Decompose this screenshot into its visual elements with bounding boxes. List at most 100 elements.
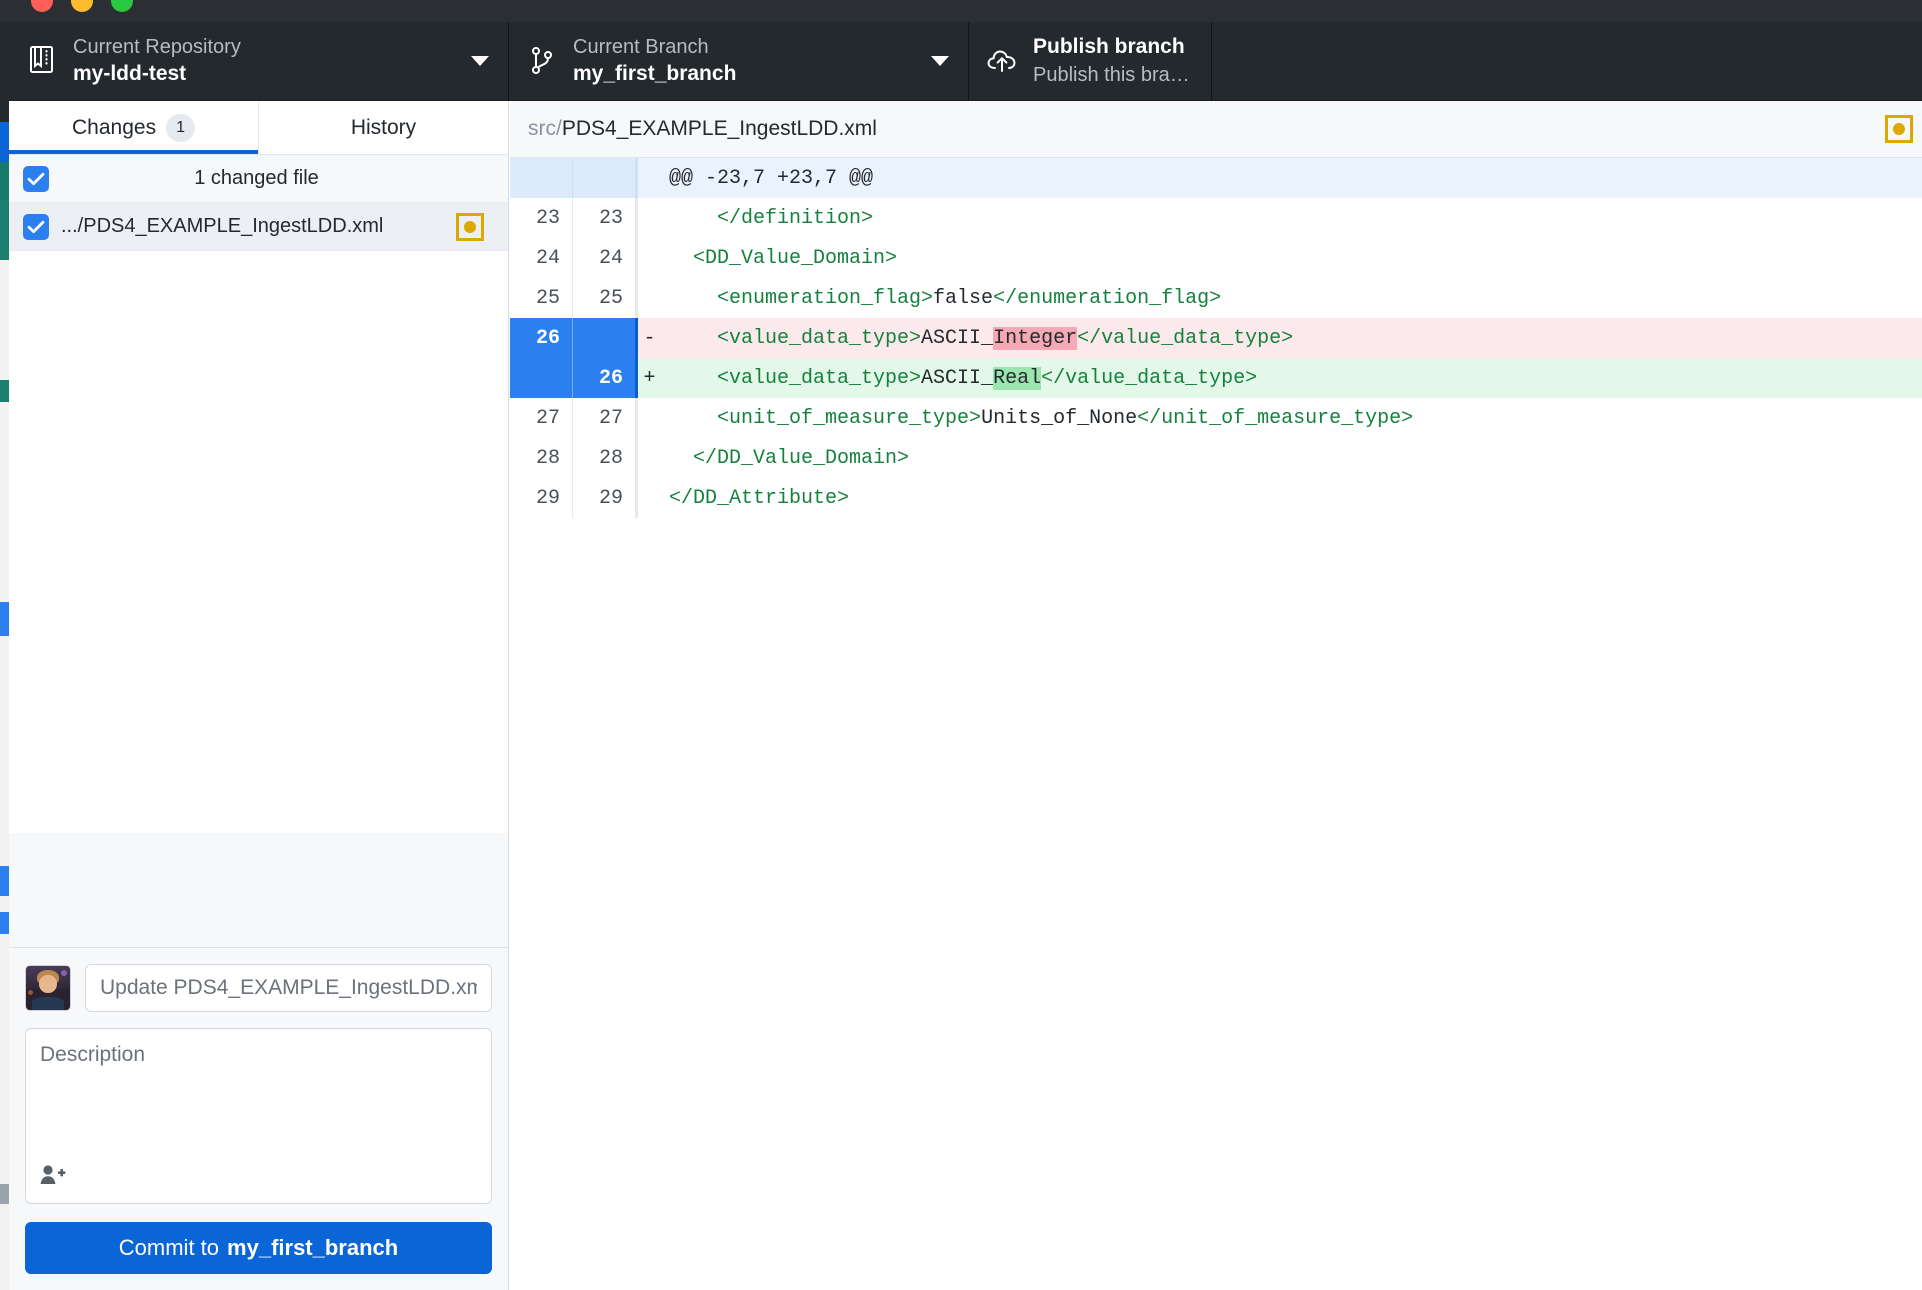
- diff-code-segment: <value_data_type>: [669, 366, 922, 390]
- changed-file-row[interactable]: .../PDS4_EXAMPLE_IngestLDD.xml: [9, 203, 508, 251]
- diff-new-line-number[interactable]: 23: [572, 198, 635, 238]
- diff-code-text: <unit_of_measure_type> Units_of_None </uni…: [661, 398, 1922, 438]
- publish-branch-title: Publish branch: [1033, 35, 1185, 59]
- diff-change-marker: [635, 198, 661, 238]
- diff-line-ctx: 29 29 </DD_Attribute>: [510, 478, 1922, 518]
- current-branch-button[interactable]: Current Branch my_first_branch: [509, 22, 969, 100]
- maximize-window-button[interactable]: [111, 0, 133, 12]
- changed-files-summary-row: 1 changed file: [9, 155, 508, 203]
- diff-line-ctx: 24 24 <DD_Value_Domain>: [510, 238, 1922, 278]
- diff-new-line-number[interactable]: 24: [572, 238, 635, 278]
- file-list-empty-area: [9, 251, 508, 833]
- current-repository-button[interactable]: Current Repository my-ldd-test: [9, 22, 509, 100]
- diff-code-segment: @@ -23,7 +23,7 @@: [669, 166, 874, 190]
- changed-files-summary-label: 1 changed file: [194, 167, 319, 189]
- avatar: [25, 965, 71, 1011]
- commit-button[interactable]: Commit to my_first_branch: [25, 1222, 492, 1274]
- tab-changes-badge: 1: [166, 113, 195, 142]
- diff-change-marker: +: [635, 358, 661, 398]
- diff-new-line-number[interactable]: [572, 158, 635, 198]
- diff-code-text: </DD_Attribute>: [661, 478, 1922, 518]
- diff-code-segment: </definition>: [669, 206, 874, 230]
- diff-change-marker: [635, 238, 661, 278]
- github-desktop-window: Current Repository my-ldd-test Current B…: [9, 0, 1922, 1290]
- diff-change-marker: -: [635, 318, 661, 358]
- add-person-icon[interactable]: [40, 1164, 66, 1191]
- diff-code-segment: Units_of_None: [981, 406, 1138, 430]
- publish-branch-subtitle: Publish this branch to GitHub: [1033, 63, 1195, 86]
- diff-code-text: <enumeration_flag> false </enumeration_fla…: [661, 278, 1922, 318]
- diff-code-segment: </DD_Value_Domain>: [669, 446, 910, 470]
- diff-word-highlight: Real: [993, 366, 1042, 390]
- file-include-checkbox[interactable]: [23, 213, 49, 240]
- current-branch-label: Current Branch: [573, 35, 709, 58]
- diff-code-text: @@ -23,7 +23,7 @@: [661, 158, 1922, 198]
- diff-change-marker: [635, 398, 661, 438]
- diff-old-line-number[interactable]: 26: [510, 318, 572, 358]
- close-window-button[interactable]: [31, 0, 53, 12]
- tab-changes-label: Changes: [72, 115, 157, 139]
- diff-code-segment: </value_data_type>: [1041, 366, 1258, 390]
- changed-file-name: .../PDS4_EXAMPLE_IngestLDD.xml: [61, 215, 384, 237]
- chevron-down-icon[interactable]: [468, 56, 492, 66]
- diff-new-line-number[interactable]: 27: [572, 398, 635, 438]
- app-toolbar: Current Repository my-ldd-test Current B…: [9, 22, 1922, 101]
- diff-file-directory: src/: [528, 117, 562, 140]
- diff-new-line-number[interactable]: 29: [572, 478, 635, 518]
- diff-code-segment: <unit_of_measure_type>: [669, 406, 982, 430]
- diff-line-ctx: 27 27 <unit_of_measure_type> Units_of_None…: [510, 398, 1922, 438]
- diff-code-segment: <value_data_type>: [669, 326, 922, 350]
- repository-icon: [25, 46, 59, 76]
- diff-new-line-number[interactable]: [572, 318, 635, 358]
- cloud-upload-icon: [985, 48, 1019, 74]
- diff-line-add[interactable]: 26 + <value_data_type> ASCII_ Real </value_d…: [510, 358, 1922, 398]
- commit-button-prefix: Commit to: [118, 1235, 220, 1260]
- diff-code-segment: </enumeration_flag>: [993, 286, 1222, 310]
- toolbar-empty-area: [1212, 22, 1922, 100]
- commit-description-input[interactable]: Description: [25, 1028, 492, 1204]
- tab-changes[interactable]: Changes 1: [9, 101, 258, 154]
- diff-old-line-number[interactable]: 28: [510, 438, 572, 478]
- commit-summary-input[interactable]: Update PDS4_EXAMPLE_IngestLDD.xml: [85, 964, 492, 1012]
- changes-sidebar: Changes 1 History 1 changed file .../PDS…: [9, 101, 509, 1290]
- diff-old-line-number[interactable]: 27: [510, 398, 572, 438]
- diff-old-line-number[interactable]: 24: [510, 238, 572, 278]
- diff-header: src/PDS4_EXAMPLE_IngestLDD.xml: [510, 101, 1922, 158]
- diff-old-line-number[interactable]: 23: [510, 198, 572, 238]
- diff-old-line-number[interactable]: 25: [510, 278, 572, 318]
- publish-branch-button[interactable]: Publish branch Publish this branch to Gi…: [969, 22, 1212, 100]
- commit-summary-text: Update PDS4_EXAMPLE_IngestLDD.xml: [100, 976, 477, 999]
- diff-code-segment: false: [933, 286, 994, 310]
- diff-new-line-number[interactable]: 26: [572, 358, 635, 398]
- diff-file-path: src/PDS4_EXAMPLE_IngestLDD.xml: [528, 117, 1885, 141]
- diff-code-segment: </unit_of_measure_type>: [1137, 406, 1414, 430]
- commit-panel: Update PDS4_EXAMPLE_IngestLDD.xml Descri…: [9, 947, 508, 1290]
- diff-body[interactable]: @@ -23,7 +23,7 @@ 23 23 </definition> 24 24 …: [510, 158, 1922, 518]
- diff-code-segment: </DD_Attribute>: [669, 486, 850, 510]
- commit-description-placeholder: Description: [40, 1043, 146, 1066]
- minimize-window-button[interactable]: [71, 0, 93, 12]
- diff-code-text: <DD_Value_Domain>: [661, 238, 1922, 278]
- select-all-checkbox[interactable]: [23, 165, 49, 192]
- diff-code-text: <value_data_type> ASCII_ Real </value_data_…: [661, 358, 1922, 398]
- diff-new-line-number[interactable]: 28: [572, 438, 635, 478]
- diff-line-del[interactable]: 26 - <value_data_type> ASCII_ Integer </valu…: [510, 318, 1922, 358]
- diff-code-segment: <enumeration_flag>: [669, 286, 934, 310]
- current-repository-value: my-ldd-test: [73, 61, 187, 85]
- diff-new-line-number[interactable]: 25: [572, 278, 635, 318]
- diff-line-ctx: 23 23 </definition>: [510, 198, 1922, 238]
- diff-old-line-number[interactable]: [510, 158, 572, 198]
- chevron-down-icon[interactable]: [928, 56, 952, 66]
- diff-old-line-number[interactable]: 29: [510, 478, 572, 518]
- diff-change-marker: [635, 158, 661, 198]
- diff-code-text: <value_data_type> ASCII_ Integer </value_da…: [661, 318, 1922, 358]
- diff-line-hunk: @@ -23,7 +23,7 @@: [510, 158, 1922, 198]
- current-repository-label: Current Repository: [73, 35, 241, 58]
- diff-code-text: </definition>: [661, 198, 1922, 238]
- tab-history[interactable]: History: [258, 101, 508, 154]
- branch-icon: [525, 46, 559, 76]
- diff-code-segment: ASCII_: [921, 326, 994, 350]
- window-titlebar: [9, 0, 1922, 22]
- current-branch-value: my_first_branch: [573, 61, 737, 85]
- diff-old-line-number[interactable]: [510, 358, 572, 398]
